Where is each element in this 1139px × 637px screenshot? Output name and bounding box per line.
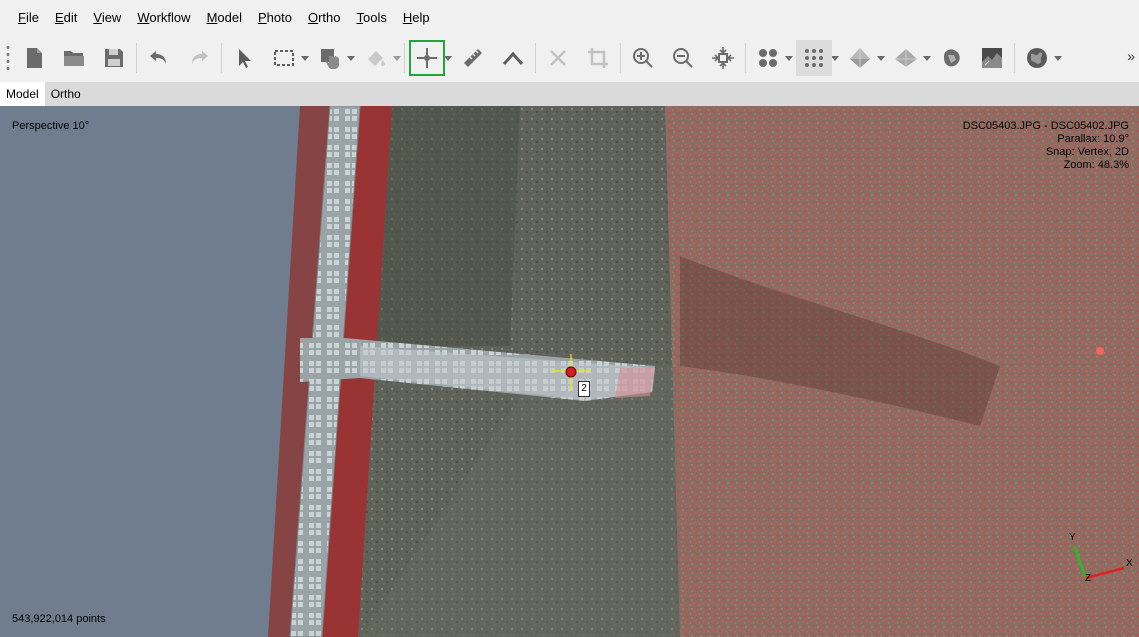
new-button[interactable]	[16, 40, 52, 76]
rectangle-selection-button[interactable]	[266, 40, 302, 76]
toolbar-separator	[136, 43, 137, 73]
ruler-button[interactable]	[455, 40, 491, 76]
marker-point[interactable]	[565, 366, 577, 378]
new-icon	[27, 48, 42, 68]
chevron-down-icon	[393, 55, 401, 61]
projection-label: Perspective 10°	[12, 120, 90, 132]
marker-label: 2	[578, 381, 590, 397]
place-marker-button[interactable]	[409, 40, 445, 76]
chevron-down-icon	[301, 55, 309, 61]
axis-y-label: Y	[1069, 532, 1076, 543]
point-cloud-icon	[759, 49, 777, 67]
open-button[interactable]	[56, 40, 92, 76]
model-shaded-icon	[850, 48, 870, 68]
menu-file[interactable]: File	[10, 0, 47, 36]
fill-icon	[368, 51, 385, 66]
chevron-down-icon	[877, 55, 885, 61]
navigation-icon	[239, 49, 251, 68]
point-cloud-button[interactable]	[750, 40, 786, 76]
save-icon	[105, 49, 123, 67]
chevron-down-icon	[444, 55, 452, 61]
draw-polygon-button[interactable]	[312, 40, 348, 76]
zoom-in-button[interactable]	[625, 40, 661, 76]
draw-polygon-icon	[321, 49, 339, 69]
axis-x-label: X	[1126, 558, 1133, 569]
tab-model[interactable]: Model	[0, 82, 45, 106]
navigation-button[interactable]	[226, 40, 262, 76]
delete-icon	[550, 50, 566, 66]
toolbar-overflow-button[interactable]: »	[1127, 48, 1135, 64]
zoom-in-icon	[633, 48, 653, 68]
crop-button[interactable]	[580, 40, 616, 76]
open-icon	[64, 51, 84, 66]
polyline-icon	[502, 51, 524, 66]
menu-ortho[interactable]: Ortho	[300, 0, 349, 36]
zoom-out-icon	[673, 48, 693, 68]
toolbar-grip[interactable]	[6, 44, 10, 72]
redo-button[interactable]	[181, 40, 217, 76]
chevron-down-icon	[785, 55, 793, 61]
viewport-info: DSC05403.JPG - DSC05402.JPG Parallax: 10…	[963, 120, 1129, 172]
place-marker-icon	[417, 48, 437, 68]
model-textured-button[interactable]	[888, 40, 924, 76]
redo-icon	[192, 51, 208, 64]
tiled-model-icon	[944, 49, 960, 67]
tab-ortho[interactable]: Ortho	[45, 82, 87, 106]
rectangle-selection-icon	[274, 50, 294, 66]
toolbar-separator	[620, 43, 621, 73]
snap-label: Snap: Vertex, 2D	[1045, 146, 1129, 158]
model-shaded-button[interactable]	[842, 40, 878, 76]
anaglyph-scene: Y X Z	[0, 106, 1139, 637]
chevron-down-icon	[831, 55, 839, 61]
orthomosaic-icon	[1027, 48, 1047, 68]
chevron-down-icon	[923, 55, 931, 61]
parallax-label: Parallax: 10.9°	[1057, 133, 1129, 145]
toolbar-separator	[221, 43, 222, 73]
chevron-down-icon	[347, 55, 355, 61]
model-viewport[interactable]: Y X Z 2 Perspective 10° DSC05403.JPG - D…	[0, 106, 1139, 637]
save-button[interactable]	[96, 40, 132, 76]
dem-button[interactable]	[974, 40, 1010, 76]
chevron-down-icon	[1054, 55, 1062, 61]
toolbar-separator	[745, 43, 746, 73]
axis-z-label: Z	[1085, 573, 1091, 584]
reset-view-icon	[712, 47, 734, 69]
orthomosaic-button[interactable]	[1019, 40, 1055, 76]
menu-edit[interactable]: Edit	[47, 0, 85, 36]
dense-cloud-button[interactable]	[796, 40, 832, 76]
menu-help[interactable]: Help	[395, 0, 438, 36]
menu-view[interactable]: View	[85, 0, 129, 36]
crop-icon	[588, 48, 608, 68]
view-tabs: Model Ortho	[0, 82, 1139, 106]
toolbar-separator	[1014, 43, 1015, 73]
stereo-pair-label: DSC05403.JPG - DSC05402.JPG	[962, 120, 1129, 132]
model-textured-icon	[895, 49, 917, 67]
fill-button[interactable]	[358, 40, 394, 76]
polyline-button[interactable]	[495, 40, 531, 76]
toolbar	[0, 36, 1139, 80]
menu-workflow[interactable]: Workflow	[129, 0, 198, 36]
toolbar-separator	[404, 43, 405, 73]
undo-button[interactable]	[141, 40, 177, 76]
undo-icon	[150, 51, 166, 64]
delete-button[interactable]	[540, 40, 576, 76]
ruler-icon	[464, 49, 482, 67]
zoom-out-button[interactable]	[665, 40, 701, 76]
menu-photo[interactable]: Photo	[250, 0, 300, 36]
point-count-label: 543,922,014 points	[12, 613, 106, 625]
tiled-model-button[interactable]	[934, 40, 970, 76]
zoom-label: Zoom: 48.3%	[1063, 159, 1129, 171]
dem-icon	[982, 48, 1002, 68]
menu-model[interactable]: Model	[199, 0, 250, 36]
dense-cloud-icon	[805, 49, 823, 67]
menu-bar: File Edit View Workflow Model Photo Orth…	[0, 0, 1139, 36]
reset-view-button[interactable]	[705, 40, 741, 76]
menu-tools[interactable]: Tools	[349, 0, 395, 36]
toolbar-separator	[535, 43, 536, 73]
